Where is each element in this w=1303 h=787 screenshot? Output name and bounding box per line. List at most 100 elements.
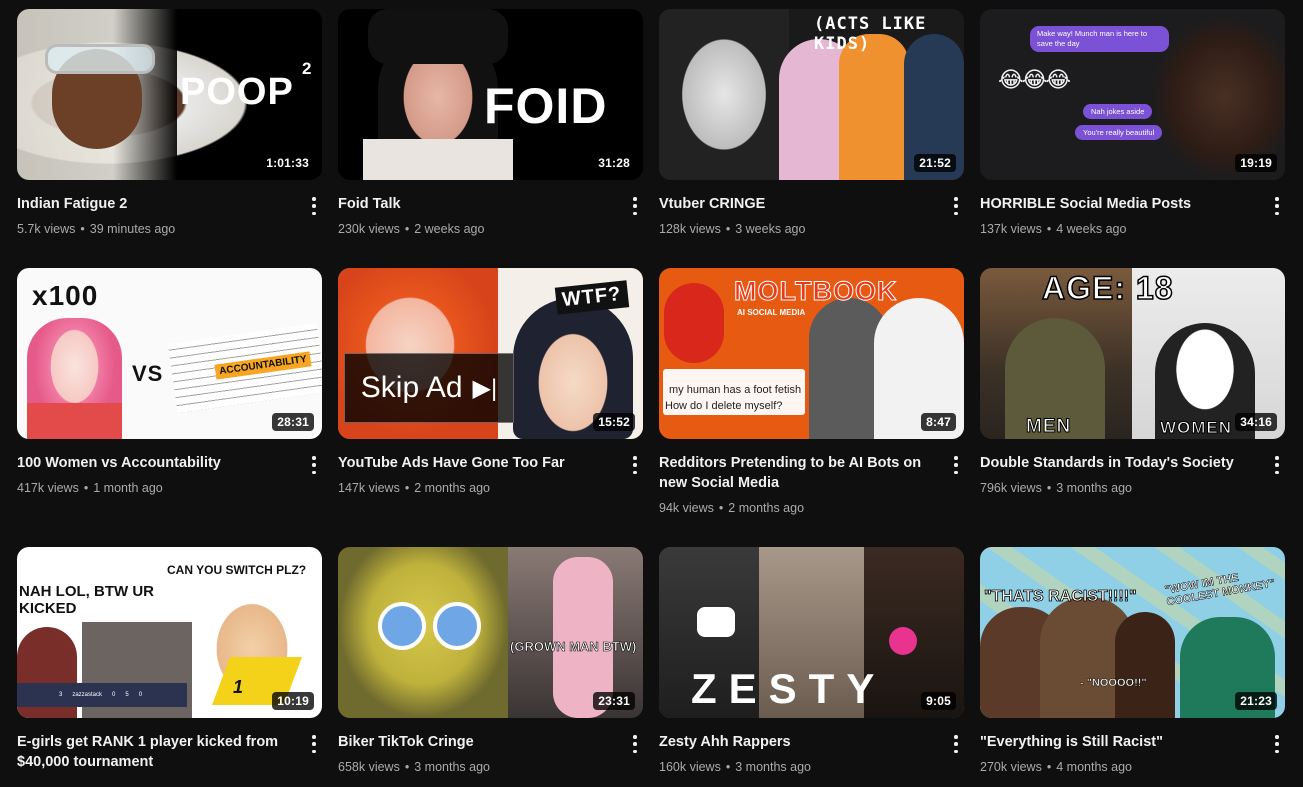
thumbnail-text: WOMEN — [1159, 418, 1233, 438]
video-stats: 94k views • 2 months ago — [659, 499, 936, 517]
thumbnail-text: "THATS RACIST!!!!" — [984, 588, 1137, 606]
skip-ad-label: Skip Ad — [360, 371, 463, 404]
chat-bubble: You're really beautiful — [1075, 125, 1163, 140]
video-title[interactable]: E-girls get RANK 1 player kicked from $4… — [17, 732, 294, 772]
video-thumbnail[interactable]: MOLTBOOK AI SOCIAL MEDIA my human has a … — [659, 268, 964, 439]
view-count: 796k views — [980, 481, 1042, 495]
separator-dot: • — [404, 481, 410, 495]
video-thumbnail[interactable]: NAH LOL, BTW UR KICKED CAN YOU SWITCH PL… — [17, 547, 322, 718]
video-card[interactable]: MOLTBOOK AI SOCIAL MEDIA my human has a … — [659, 268, 964, 547]
video-stats: 230k views • 2 weeks ago — [338, 220, 615, 238]
thumbnail-text: AI SOCIAL MEDIA — [737, 308, 806, 317]
separator-dot: • — [1046, 481, 1052, 495]
video-stats: 137k views • 4 weeks ago — [980, 220, 1257, 238]
upload-age: 2 months ago — [728, 501, 805, 515]
video-thumbnail[interactable]: (ACTS LIKE KIDS) 21:52 — [659, 9, 964, 180]
separator-dot: • — [80, 222, 85, 236]
more-options-icon[interactable] — [1269, 196, 1285, 216]
video-thumbnail[interactable]: Make way! Munch man is here to save the … — [980, 9, 1285, 180]
video-card[interactable]: POOP 2 1:01:33 Indian Fatigue 2 5.7k vie… — [17, 9, 322, 268]
video-title[interactable]: Indian Fatigue 2 — [17, 194, 294, 214]
skip-ad-button[interactable]: Skip Ad ▶︎| — [344, 353, 514, 423]
more-options-icon[interactable] — [948, 196, 964, 216]
video-title[interactable]: YouTube Ads Have Gone Too Far — [338, 453, 615, 473]
chat-bubble: Nah jokes aside — [1083, 104, 1153, 119]
video-title[interactable]: Foid Talk — [338, 194, 615, 214]
duration-badge: 23:31 — [593, 692, 635, 710]
duration-badge: 1:01:33 — [261, 154, 314, 172]
view-count: 230k views — [338, 222, 400, 236]
video-thumbnail[interactable]: POOP 2 1:01:33 — [17, 9, 322, 180]
video-card[interactable]: WTF? Skip Ad ▶︎| 15:52 YouTube Ads Have … — [338, 268, 643, 547]
post-text: my human has a foot fetish — [669, 384, 802, 396]
upload-age: 3 months ago — [414, 760, 490, 774]
thumbnail-text: CAN YOU SWITCH PLZ? — [167, 563, 307, 577]
more-options-icon[interactable] — [1269, 455, 1285, 475]
video-card[interactable]: (GROWN MAN BTW) 23:31 Biker TikTok Cring… — [338, 547, 643, 787]
video-stats: 270k views • 4 months ago — [980, 758, 1257, 776]
view-count: 137k views — [980, 222, 1042, 236]
upload-age: 2 weeks ago — [414, 222, 485, 236]
video-card[interactable]: AGE: 18 MEN WOMEN 34:16 Double Standards… — [980, 268, 1285, 547]
view-count: 5.7k views — [17, 222, 76, 236]
upload-age: 2 months ago — [414, 481, 490, 495]
video-thumbnail[interactable]: FOID 31:28 — [338, 9, 643, 180]
more-options-icon[interactable] — [306, 734, 322, 754]
more-options-icon[interactable] — [627, 734, 643, 754]
video-title[interactable]: HORRIBLE Social Media Posts — [980, 194, 1257, 214]
more-options-icon[interactable] — [948, 734, 964, 754]
video-title[interactable]: Redditors Pretending to be AI Bots on ne… — [659, 453, 936, 493]
duration-badge: 34:16 — [1235, 413, 1277, 431]
thumbnail-text: NAH LOL, BTW UR KICKED — [19, 583, 154, 617]
video-title[interactable]: Zesty Ahh Rappers — [659, 732, 936, 752]
video-title[interactable]: Vtuber CRINGE — [659, 194, 936, 214]
thumbnail-text: 1 — [233, 677, 245, 697]
video-card[interactable]: (ACTS LIKE KIDS) 21:52 Vtuber CRINGE 128… — [659, 9, 964, 268]
more-options-icon[interactable] — [948, 455, 964, 475]
duration-badge: 10:19 — [272, 692, 314, 710]
view-count: 160k views — [659, 760, 721, 774]
video-stats: 796k views • 3 months ago — [980, 479, 1257, 497]
video-title[interactable]: "Everything is Still Racist" — [980, 732, 1257, 752]
video-card[interactable]: FOID 31:28 Foid Talk 230k views • 2 weeks … — [338, 9, 643, 268]
thumbnail-text: VS — [132, 361, 164, 386]
duration-badge: 31:28 — [593, 154, 635, 172]
video-stats: 160k views • 3 months ago — [659, 758, 936, 776]
video-thumbnail[interactable]: ZESTY 9:05 — [659, 547, 964, 718]
video-thumbnail[interactable]: x100 VS ACCOUNTABILITY 28:31 — [17, 268, 322, 439]
upload-age: 3 months ago — [735, 760, 811, 774]
thumbnail-text: FOID — [484, 78, 608, 134]
thumbnail-text: AGE: 18 — [1041, 269, 1174, 307]
video-thumbnail[interactable]: WTF? Skip Ad ▶︎| 15:52 — [338, 268, 643, 439]
chat-bubble: Make way! Munch man is here to save the … — [1030, 26, 1169, 52]
video-title[interactable]: Biker TikTok Cringe — [338, 732, 615, 752]
more-options-icon[interactable] — [306, 455, 322, 475]
video-thumbnail[interactable]: AGE: 18 MEN WOMEN 34:16 — [980, 268, 1285, 439]
thumbnail-text: - "NOOOO!!" — [1080, 677, 1147, 689]
video-card[interactable]: "THATS RACIST!!!!" "WOW IM THE COOLEST M… — [980, 547, 1285, 787]
video-card[interactable]: NAH LOL, BTW UR KICKED CAN YOU SWITCH PL… — [17, 547, 322, 787]
video-thumbnail[interactable]: (GROWN MAN BTW) 23:31 — [338, 547, 643, 718]
video-card[interactable]: x100 VS ACCOUNTABILITY 28:31 100 Women v… — [17, 268, 322, 547]
video-title[interactable]: 100 Women vs Accountability — [17, 453, 294, 473]
thumbnail-superscript: 2 — [302, 59, 313, 78]
upload-age: 4 weeks ago — [1056, 222, 1127, 236]
video-stats: 147k views • 2 months ago — [338, 479, 615, 497]
video-thumbnail[interactable]: "THATS RACIST!!!!" "WOW IM THE COOLEST M… — [980, 547, 1285, 718]
thumbnail-text: ZESTY — [691, 665, 887, 712]
laughing-emoji-icon: 😂😂😂 — [998, 67, 1071, 92]
view-count: 658k views — [338, 760, 400, 774]
video-card[interactable]: Make way! Munch man is here to save the … — [980, 9, 1285, 268]
more-options-icon[interactable] — [1269, 734, 1285, 754]
video-grid: POOP 2 1:01:33 Indian Fatigue 2 5.7k vie… — [17, 9, 1285, 787]
video-card[interactable]: ZESTY 9:05 Zesty Ahh Rappers 160k views •… — [659, 547, 964, 787]
more-options-icon[interactable] — [627, 196, 643, 216]
more-options-icon[interactable] — [306, 196, 322, 216]
more-options-icon[interactable] — [627, 455, 643, 475]
duration-badge: 21:52 — [914, 154, 956, 172]
video-title[interactable]: Double Standards in Today's Society — [980, 453, 1257, 473]
separator-dot: • — [404, 760, 410, 774]
video-stats: 5.7k views • 39 minutes ago — [17, 220, 294, 238]
duration-badge: 15:52 — [593, 413, 635, 431]
view-count: 94k views — [659, 501, 714, 515]
